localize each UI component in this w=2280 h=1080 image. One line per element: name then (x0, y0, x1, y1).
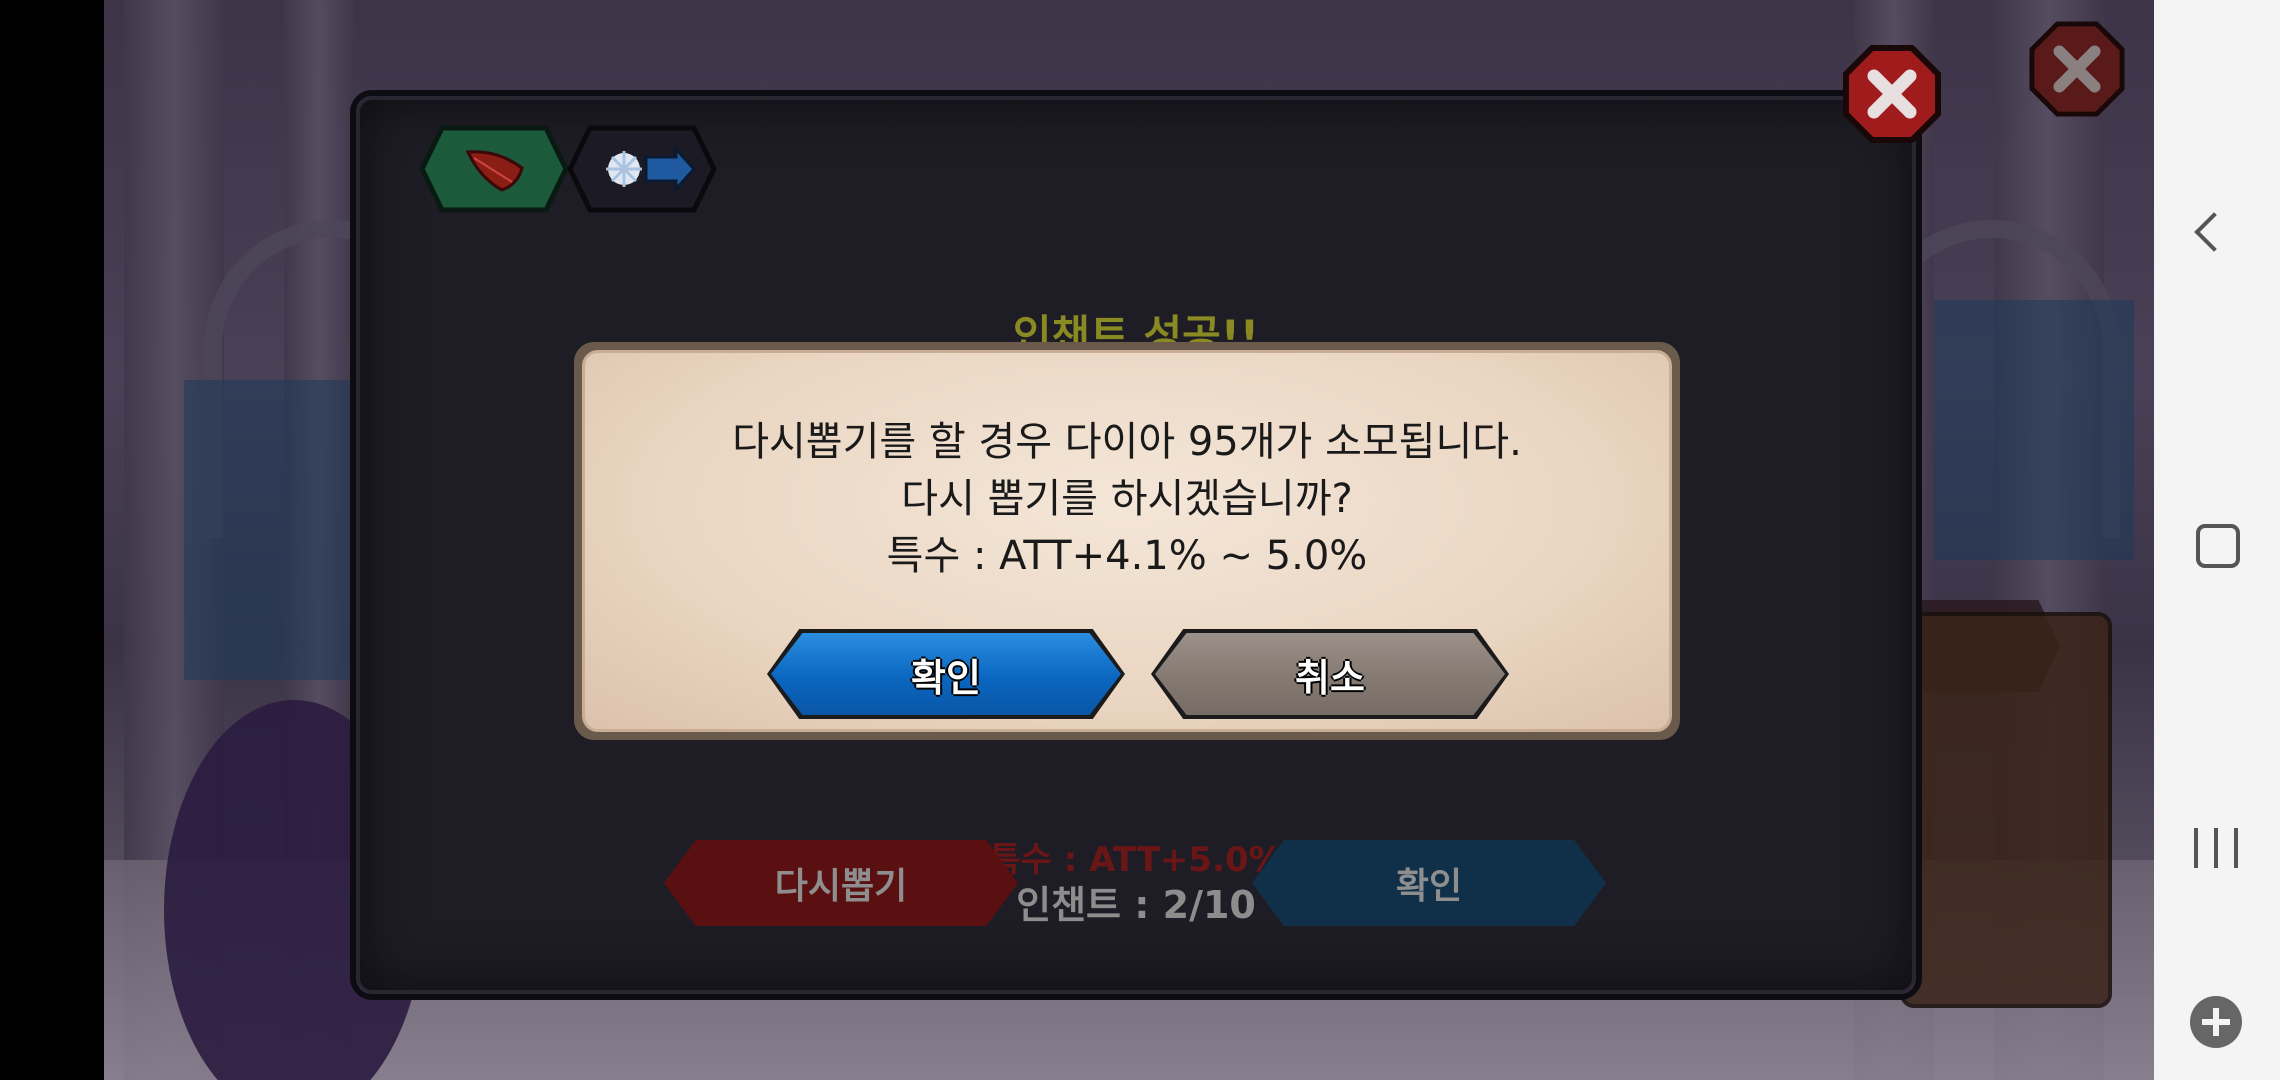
reroll-button[interactable]: 다시뽑기 (664, 840, 1018, 926)
dialog-cancel-button[interactable]: 취소 (1151, 629, 1509, 719)
recent-apps-icon[interactable] (2194, 828, 2238, 868)
blue-wall (1934, 300, 2134, 560)
dialog-body: 다시뽑기를 할 경우 다이아 95개가 소모됩니다. 다시 뽑기를 하시겠습니까… (582, 350, 1672, 732)
character-side-panel (1900, 612, 2112, 1008)
dialog-cancel-label: 취소 (1295, 655, 1365, 700)
home-icon[interactable] (2196, 524, 2240, 568)
panel-confirm-button[interactable]: 확인 (1252, 840, 1606, 926)
dialog-confirm-label: 확인 (911, 655, 981, 700)
dialog-message-line1: 다시뽑기를 할 경우 다이아 95개가 소모됩니다. (732, 419, 1522, 465)
enchant-level: 인챈트 : 2/10 (1016, 883, 1256, 927)
dialog-message-line2: 다시 뽑기를 하시겠습니까? (901, 476, 1353, 522)
close-icon[interactable] (1842, 44, 1942, 144)
system-navigation-bar (2154, 0, 2280, 1080)
close-icon[interactable] (2028, 20, 2126, 118)
game-tools-icon[interactable] (2190, 996, 2242, 1048)
blue-wall (184, 380, 364, 680)
feather-icon[interactable] (418, 124, 570, 214)
reroll-confirm-dialog: 다시뽑기를 할 경우 다이아 95개가 소모됩니다. 다시 뽑기를 하시겠습니까… (574, 342, 1680, 740)
dialog-message-line3: 특수 : ATT+4.1% ~ 5.0% (886, 533, 1368, 579)
left-black-bar (0, 0, 104, 1080)
back-icon[interactable] (2194, 212, 2234, 252)
enchant-arrow-icon[interactable] (566, 124, 718, 214)
dialog-confirm-button[interactable]: 확인 (767, 629, 1125, 719)
